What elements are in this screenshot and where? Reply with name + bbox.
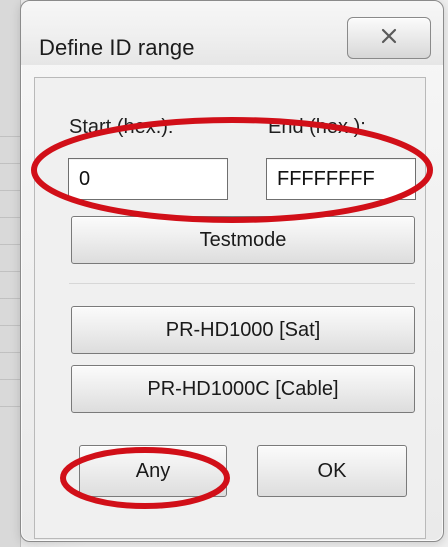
separator <box>69 283 415 284</box>
start-hex-input[interactable]: 0 <box>68 158 228 200</box>
end-hex-input[interactable]: FFFFFFFF <box>266 158 416 200</box>
pr-hd1000-sat-button[interactable]: PR-HD1000 [Sat] <box>71 306 415 354</box>
end-hex-label: End (hex.): <box>268 116 366 138</box>
dialog-client-area: Start (hex.): End (hex.): 0 FFFFFFFF Tes… <box>34 77 426 539</box>
any-button[interactable]: Any <box>79 445 227 497</box>
ok-button[interactable]: OK <box>257 445 407 497</box>
pr-hd1000c-cable-button[interactable]: PR-HD1000C [Cable] <box>71 365 415 413</box>
background-window-list-lines <box>0 110 20 420</box>
define-id-range-dialog: Define ID range Start (hex.): End (hex.)… <box>20 0 444 542</box>
testmode-button[interactable]: Testmode <box>71 216 415 264</box>
close-icon <box>378 25 400 52</box>
dialog-title: Define ID range <box>39 35 195 60</box>
close-button[interactable] <box>347 17 431 59</box>
dialog-titlebar[interactable]: Define ID range <box>21 1 443 65</box>
start-hex-label: Start (hex.): <box>69 116 174 138</box>
